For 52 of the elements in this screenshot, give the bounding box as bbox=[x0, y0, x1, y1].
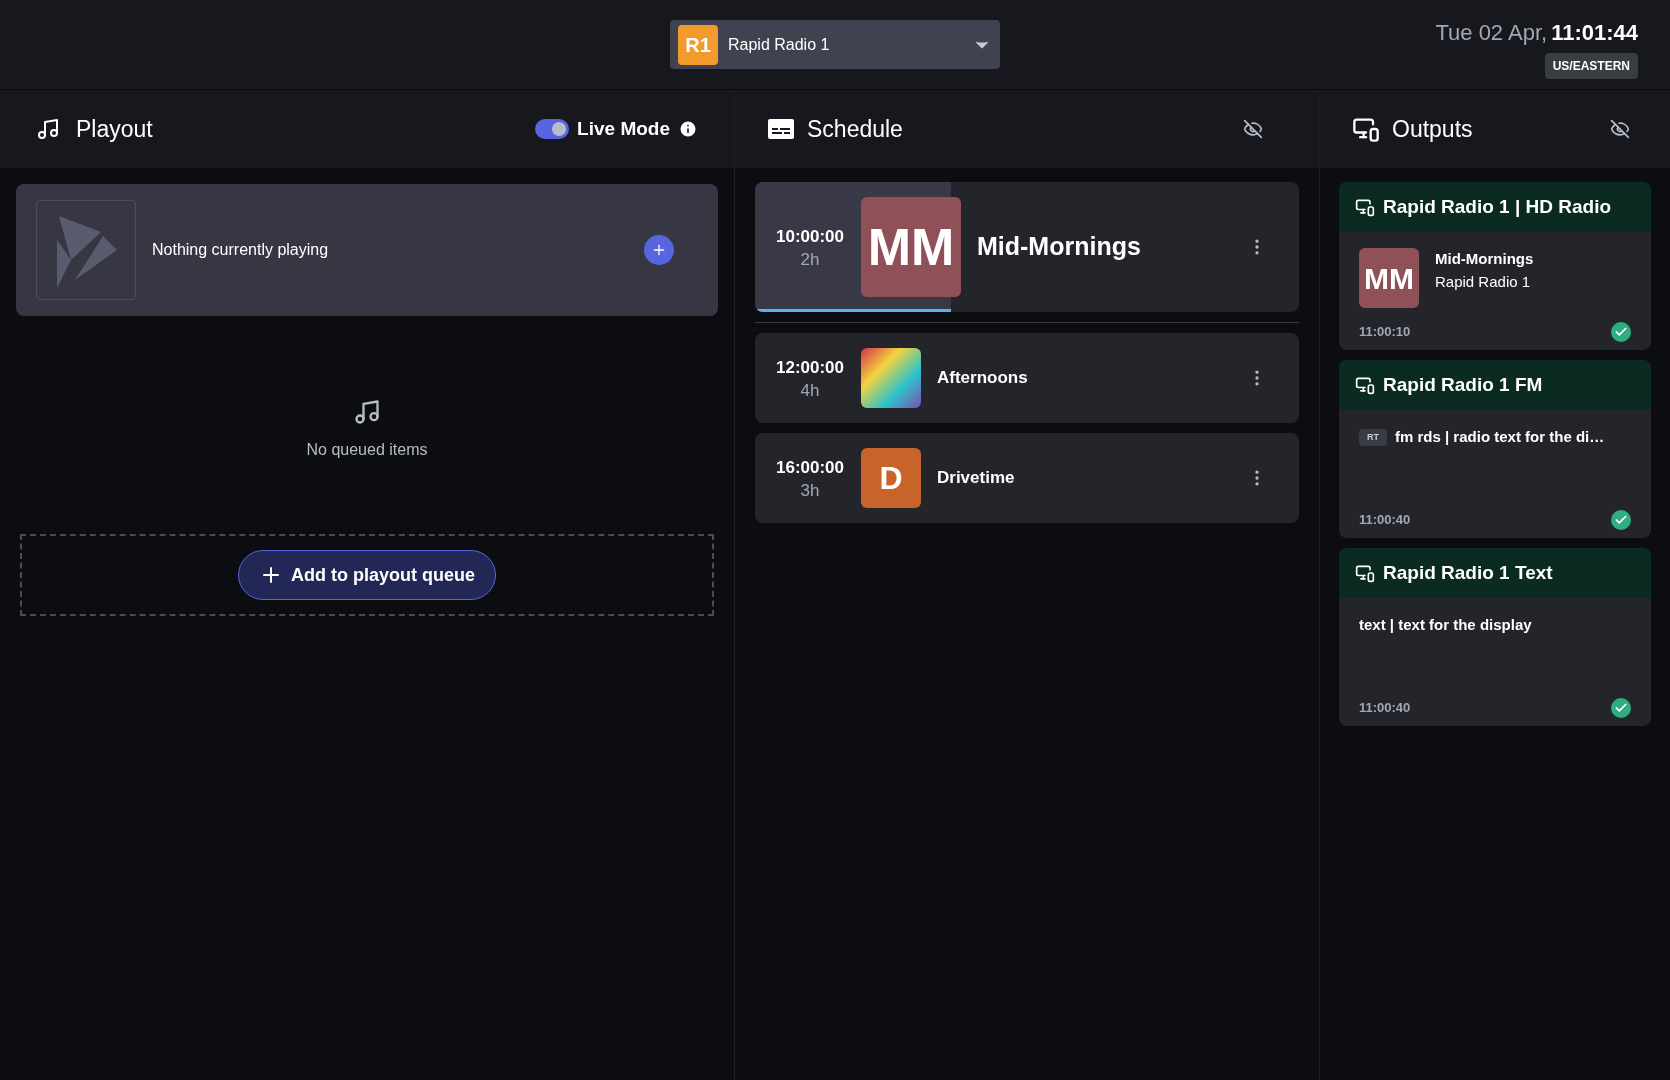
clock-time: 11:01:44 bbox=[1551, 19, 1638, 47]
start-time: 10:00:00 bbox=[775, 226, 845, 249]
panel-header: Schedule bbox=[735, 90, 1319, 168]
empty-queue-text: No queued items bbox=[306, 440, 428, 460]
show-title: Mid-Mornings bbox=[977, 231, 1142, 263]
schedule-item[interactable]: 16:00:00 3h D Drivetime bbox=[755, 433, 1299, 523]
music-note-icon bbox=[353, 398, 381, 426]
output-name: Rapid Radio 1 Text bbox=[1383, 560, 1553, 585]
show-artwork: D bbox=[861, 448, 921, 508]
schedule-item[interactable]: 12:00:00 4h Afternoons bbox=[755, 333, 1299, 423]
schedule-icon bbox=[767, 118, 795, 140]
timezone-badge: US/EASTERN bbox=[1544, 53, 1638, 79]
duration: 4h bbox=[800, 380, 820, 401]
start-time: 16:00:00 bbox=[775, 457, 845, 480]
info-icon[interactable] bbox=[678, 119, 698, 139]
devices-icon bbox=[1355, 563, 1375, 583]
plus-icon bbox=[651, 242, 667, 258]
duration: 3h bbox=[800, 480, 820, 501]
output-time: 11:00:40 bbox=[1359, 699, 1411, 718]
output-name: Rapid Radio 1 FM bbox=[1383, 372, 1543, 397]
now-playing-text: Nothing currently playing bbox=[152, 240, 330, 260]
date-text: Tue 02 Apr, bbox=[1435, 19, 1548, 47]
show-title: Afternoons bbox=[937, 367, 1029, 390]
output-name: Rapid Radio 1 | HD Radio bbox=[1383, 194, 1612, 219]
devices-icon bbox=[1355, 197, 1375, 217]
music-note-icon bbox=[36, 117, 60, 141]
show-artwork: MM bbox=[1359, 248, 1419, 308]
output-time: 11:00:40 bbox=[1359, 511, 1411, 530]
live-mode-toggle[interactable] bbox=[535, 119, 570, 139]
output-title: Mid-Mornings bbox=[1435, 249, 1534, 269]
start-time: 12:00:00 bbox=[775, 357, 845, 380]
panel-header: Playout Live Mode bbox=[0, 90, 734, 168]
add-button[interactable] bbox=[644, 235, 674, 265]
hide-icon[interactable] bbox=[1610, 119, 1630, 139]
station-dropdown[interactable]: R1 Rapid Radio 1 bbox=[670, 20, 1000, 69]
panel-header: Outputs bbox=[1320, 90, 1670, 168]
output-text: fm rds | radio text for the di… bbox=[1395, 427, 1605, 447]
station-logo: R1 bbox=[678, 24, 718, 65]
schedule-item[interactable]: 10:00:00 2h MM Mid-Mornings bbox=[755, 182, 1299, 312]
play-logo-icon bbox=[36, 200, 136, 300]
rt-badge: RT bbox=[1359, 428, 1387, 446]
output-text: text | text for the display bbox=[1359, 615, 1533, 635]
show-title: Drivetime bbox=[937, 467, 1016, 490]
photo-placeholder bbox=[861, 348, 921, 408]
add-to-queue-button[interactable]: Add to playout queue bbox=[238, 550, 496, 600]
live-mode-label: Live Mode bbox=[577, 116, 670, 141]
output-time: 11:00:10 bbox=[1359, 323, 1411, 342]
hide-icon[interactable] bbox=[1243, 119, 1263, 139]
duration: 2h bbox=[800, 249, 820, 270]
output-subtitle: Rapid Radio 1 bbox=[1435, 271, 1532, 292]
show-artwork: MM bbox=[861, 197, 961, 297]
devices-icon bbox=[1355, 375, 1375, 395]
